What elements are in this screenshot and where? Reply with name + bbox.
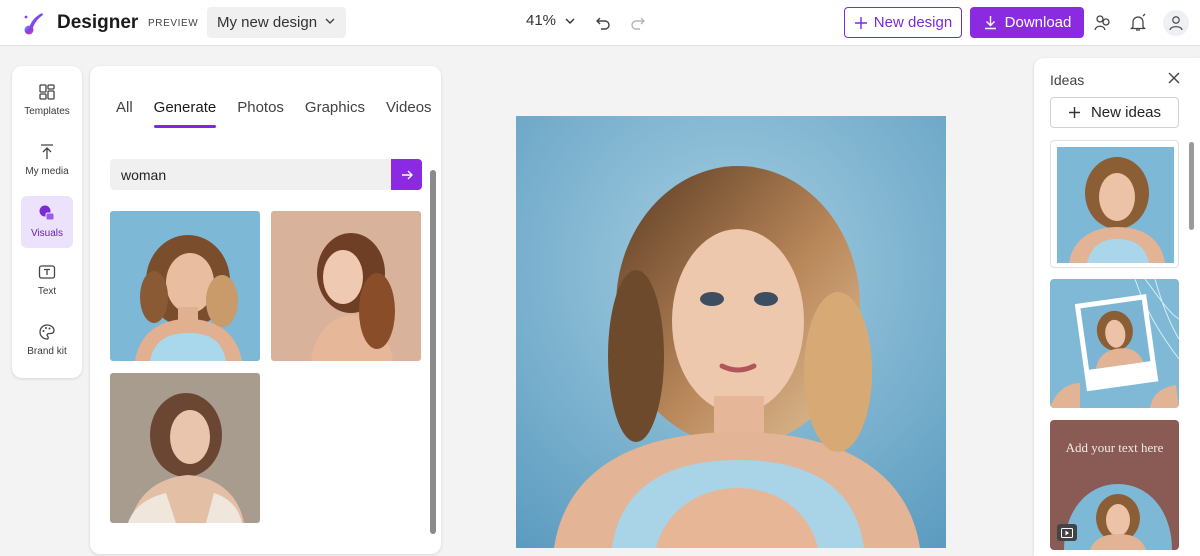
plus-icon — [1068, 107, 1080, 118]
share-people-icon — [1094, 15, 1110, 31]
close-icon[interactable] — [1167, 71, 1181, 85]
designer-logo-icon — [24, 13, 43, 35]
video-badge — [1057, 524, 1077, 541]
rail-item-brand-kit[interactable]: Brand kit — [21, 316, 73, 368]
idea-card[interactable]: Add your text here — [1050, 420, 1179, 550]
new-ideas-button[interactable]: New ideas — [1050, 97, 1179, 128]
tab-all[interactable]: All — [116, 99, 133, 128]
rail-label: Visuals — [30, 228, 64, 239]
text-icon — [38, 265, 56, 279]
panel-scrollbar[interactable] — [430, 170, 436, 534]
generate-prompt-input[interactable]: woman — [110, 159, 392, 190]
generated-image-thumbnail[interactable] — [110, 211, 260, 361]
rail-item-text[interactable]: Text — [21, 256, 73, 308]
generated-image-thumbnail[interactable] — [110, 373, 260, 523]
plus-icon — [854, 16, 867, 29]
download-button[interactable]: Download — [970, 7, 1084, 38]
undo-icon — [596, 17, 610, 30]
top-bar: Designer PREVIEW My new design 41% New d… — [0, 0, 1200, 46]
new-design-label: New design — [873, 14, 953, 31]
ideas-title: Ideas — [1050, 72, 1085, 88]
arrow-right-icon — [401, 170, 413, 179]
portrait-beige-image — [271, 211, 421, 361]
preview-badge: PREVIEW — [148, 18, 199, 29]
new-design-button[interactable]: New design — [844, 7, 962, 38]
new-ideas-label: New ideas — [1090, 104, 1162, 121]
idea-card[interactable] — [1050, 140, 1179, 268]
idea-preview-image — [1050, 279, 1179, 408]
idea-preview-image — [1057, 147, 1174, 263]
tab-graphics[interactable]: Graphics — [305, 99, 365, 128]
bell-icon — [1129, 13, 1147, 31]
redo-icon — [631, 17, 645, 30]
canvas-portrait-image — [516, 116, 946, 548]
rail-item-my-media[interactable]: My media — [21, 136, 73, 188]
rail-label: Text — [37, 286, 57, 297]
portrait-gray-image — [110, 373, 260, 523]
rail-label: Brand kit — [27, 346, 67, 357]
rail-item-templates[interactable]: Templates — [21, 76, 73, 128]
rail-label: Templates — [24, 106, 70, 117]
idea-card[interactable] — [1050, 279, 1179, 408]
rail-label: My media — [25, 166, 69, 177]
visuals-icon — [39, 205, 55, 221]
tab-photos[interactable]: Photos — [237, 99, 284, 128]
redo-button[interactable] — [626, 11, 650, 35]
upload-icon — [41, 144, 53, 159]
zoom-dropdown[interactable]: 41% — [526, 12, 576, 29]
palette-icon — [39, 324, 55, 340]
ideas-panel: Ideas New ideas Add your text here — [1034, 58, 1200, 556]
generate-submit-button[interactable] — [391, 159, 422, 190]
ideas-scrollbar[interactable] — [1189, 142, 1194, 230]
tab-generate[interactable]: Generate — [153, 99, 216, 128]
chevron-down-icon — [325, 18, 335, 24]
visuals-panel: All Generate Photos Graphics Videos woma… — [90, 66, 441, 554]
generated-image-thumbnail[interactable] — [271, 211, 421, 361]
prompt-value: woman — [121, 166, 167, 183]
account-button[interactable] — [1163, 10, 1189, 36]
download-label: Download — [1004, 14, 1072, 31]
zoom-level: 41% — [526, 12, 557, 29]
play-icon — [1061, 527, 1073, 538]
tab-videos[interactable]: Videos — [386, 99, 432, 128]
notifications-button[interactable] — [1126, 11, 1150, 35]
chevron-down-icon — [565, 18, 575, 24]
design-name-dropdown[interactable]: My new design — [207, 7, 346, 38]
design-name-label: My new design — [217, 14, 318, 31]
portrait-blue-image — [110, 211, 260, 361]
design-canvas[interactable] — [516, 116, 946, 548]
app-name: Designer — [57, 12, 139, 33]
avatar-icon — [1169, 16, 1183, 31]
share-button[interactable] — [1091, 11, 1115, 35]
download-icon — [984, 16, 996, 30]
left-rail: Templates My media Visuals Text Brand ki… — [12, 66, 82, 378]
undo-button[interactable] — [591, 11, 615, 35]
rail-item-visuals[interactable]: Visuals — [21, 196, 73, 248]
templates-icon — [39, 84, 55, 100]
visuals-tabs: All Generate Photos Graphics Videos — [116, 99, 432, 128]
